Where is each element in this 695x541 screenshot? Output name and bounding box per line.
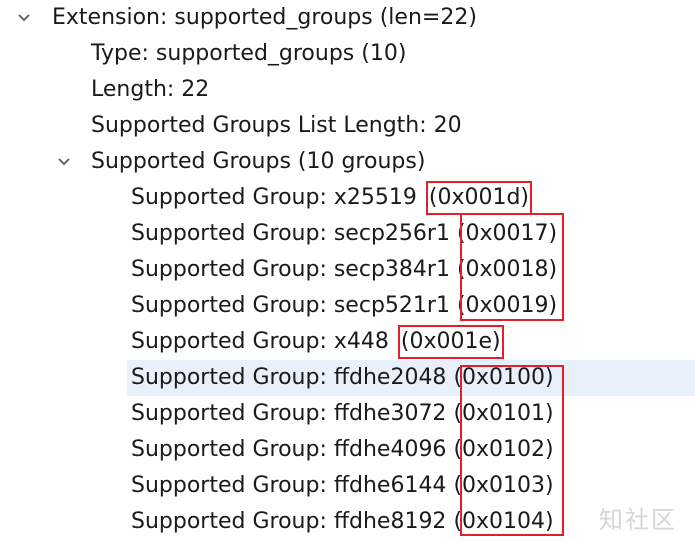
chevron-down-icon[interactable] [57, 155, 71, 169]
highlight-box-ffdhe [460, 365, 564, 536]
group-name: Supported Group: secp521r1 [131, 293, 450, 318]
group-name: Supported Group: secp384r1 [131, 257, 450, 282]
tree-node-length[interactable]: Length: 22 [0, 72, 695, 108]
group-row[interactable]: Supported Group: secp384r1 (0x0018) [0, 252, 695, 288]
extension-label: Extension: supported_groups (len=22) [52, 5, 477, 30]
group-name: Supported Group: ffdhe8192 [131, 509, 447, 534]
group-code-highlight: (0x001d) [425, 181, 532, 215]
tree-node-type[interactable]: Type: supported_groups (10) [0, 36, 695, 72]
length-label: Length: 22 [91, 77, 210, 102]
group-row[interactable]: Supported Group: secp256r1 (0x0017) [0, 216, 695, 252]
group-row[interactable]: Supported Group: ffdhe3072 (0x0101) [0, 396, 695, 432]
group-name: Supported Group: ffdhe6144 [131, 473, 447, 498]
group-row[interactable]: Supported Group: ffdhe4096 (0x0102) [0, 432, 695, 468]
group-text: Supported Group: x448 (0x001e) [131, 324, 504, 360]
group-name: Supported Group: ffdhe4096 [131, 437, 447, 462]
group-text: Supported Group: x25519 (0x001d) [131, 180, 532, 216]
group-name: Supported Group: x25519 [131, 185, 417, 210]
tree-node-supported-groups[interactable]: Supported Groups (10 groups) [0, 144, 695, 180]
group-row[interactable]: Supported Group: secp521r1 (0x0019) [0, 288, 695, 324]
group-row[interactable]: Supported Group: ffdhe8192 (0x0104) [0, 504, 695, 540]
highlight-box-secp [460, 213, 564, 321]
chevron-down-icon[interactable] [17, 11, 31, 25]
group-code-highlight: (0x001e) [397, 325, 504, 359]
tree-node-list-length[interactable]: Supported Groups List Length: 20 [0, 108, 695, 144]
group-name: Supported Group: ffdhe2048 [131, 365, 447, 390]
group-row-selected[interactable]: Supported Group: ffdhe2048 (0x0100) [127, 360, 695, 396]
type-label: Type: supported_groups (10) [91, 41, 407, 66]
group-row[interactable]: Supported Group: x25519 (0x001d) [0, 180, 695, 216]
tree-node-extension[interactable]: Extension: supported_groups (len=22) [0, 0, 695, 36]
group-row[interactable]: Supported Group: ffdhe6144 (0x0103) [0, 468, 695, 504]
supported-groups-label: Supported Groups (10 groups) [91, 149, 426, 174]
group-name: Supported Group: ffdhe3072 [131, 401, 447, 426]
watermark: 知社区 [599, 506, 677, 534]
group-name: Supported Group: secp256r1 [131, 221, 450, 246]
group-name: Supported Group: x448 [131, 329, 389, 354]
group-row[interactable]: Supported Group: x448 (0x001e) [0, 324, 695, 360]
list-length-label: Supported Groups List Length: 20 [91, 113, 462, 138]
